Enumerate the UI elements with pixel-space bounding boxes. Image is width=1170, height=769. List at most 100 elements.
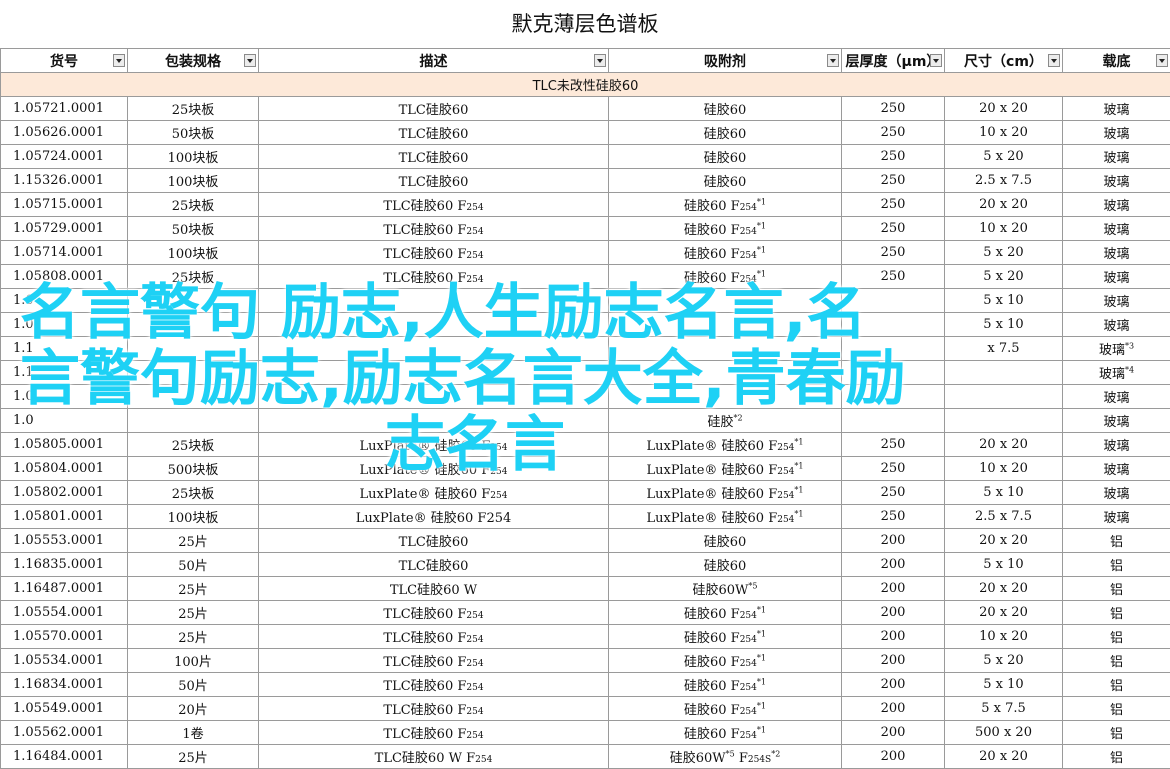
table-row: 1.16835.0001 50片 TLC硅胶60 硅胶60 200 5 x 10 铝 <box>0 552 1170 577</box>
cell-thickness <box>841 384 945 409</box>
table-row: 1.0 5 x 10 玻璃 <box>0 312 1170 337</box>
cell-size: 2.5 x 7.5 <box>944 168 1063 193</box>
desc-sub: 254 <box>490 491 508 501</box>
sorbent-text: 硅胶60 F <box>684 727 740 742</box>
sorbent-note: *1 <box>756 701 766 711</box>
cell-code: 1.05724.0001 <box>0 144 128 169</box>
cell-desc: TLC硅胶60 <box>258 552 609 577</box>
table-row: 1.05534.0001 100片 TLC硅胶60 F254 硅胶60 F254*1 2… <box>0 648 1170 673</box>
substrate-text: 铝 <box>1109 703 1123 718</box>
cell-substrate: 玻璃 <box>1062 504 1170 529</box>
cell-sorbent: 硅胶60 F254*1 <box>608 192 842 217</box>
cell-desc: LuxPlate® 硅胶60 F254 <box>258 480 609 505</box>
cell-thickness: 250 <box>841 432 945 457</box>
cell-code: 1.05570.0001 <box>0 624 128 649</box>
cell-thickness: 250 <box>841 456 945 481</box>
cell-thickness: 200 <box>841 624 945 649</box>
cell-substrate: 玻璃 <box>1062 240 1170 265</box>
cell-pack: 25块板 <box>127 96 259 121</box>
cell-size <box>944 408 1063 433</box>
table-row: 1.05805.0001 25块板 LuxPlate® 硅胶60 F254 LuxPl… <box>0 432 1170 457</box>
substrate-text: 铝 <box>1109 631 1123 646</box>
desc-text: TLC硅胶60 <box>398 127 469 142</box>
cell-pack: 25片 <box>127 576 259 601</box>
desc-text: TLC硅胶60 <box>398 175 469 190</box>
sorbent-sub: 254 <box>739 203 757 213</box>
cell-size: 500 x 20 <box>944 720 1063 745</box>
cell-sorbent: 硅胶60W*5 F254S*2 <box>608 744 842 769</box>
cell-pack: 100片 <box>127 648 259 673</box>
filter-dropdown-icon[interactable] <box>1156 54 1168 67</box>
filter-dropdown-icon[interactable] <box>827 54 839 67</box>
cell-code: 1.05805.0001 <box>0 432 128 457</box>
desc-text: TLC硅胶60 <box>398 559 469 574</box>
table-row: 1.05553.0001 25片 TLC硅胶60 硅胶60 200 20 x 20 铝 <box>0 528 1170 553</box>
filter-dropdown-icon[interactable] <box>1048 54 1060 67</box>
cell-sorbent: 硅胶60 F254*1 <box>608 264 842 289</box>
cell-sorbent: LuxPlate® 硅胶60 F254*1 <box>608 480 842 505</box>
table-row: 1.05715.0001 25块板 TLC硅胶60 F254 硅胶60 F254*1 2… <box>0 192 1170 217</box>
sorbent-sub: 254 <box>739 251 757 261</box>
substrate-text: 玻璃 <box>1098 367 1125 382</box>
cell-pack: 1卷 <box>127 720 259 745</box>
cell-sorbent: 硅胶60 F254*1 <box>608 648 842 673</box>
cell-desc: TLC硅胶60 F254 <box>258 192 609 217</box>
cell-substrate: 玻璃 <box>1062 480 1170 505</box>
cell-sorbent: 硅胶60 F254*1 <box>608 672 842 697</box>
desc-text: TLC硅胶60 F <box>383 199 467 214</box>
cell-sorbent: 硅胶*2 <box>608 408 842 433</box>
cell-code: 1.1 <box>0 336 128 361</box>
cell-desc: TLC硅胶60 F254 <box>258 600 609 625</box>
desc-text: LuxPlate® 硅胶60 F <box>359 463 491 478</box>
cell-desc: TLC硅胶60 F254 <box>258 696 609 721</box>
cell-size: 20 x 20 <box>944 744 1063 769</box>
cell-desc <box>258 384 609 409</box>
desc-sub: 254 <box>466 683 484 693</box>
cell-pack <box>127 384 259 409</box>
cell-desc <box>258 312 609 337</box>
desc-text: TLC硅胶60 F <box>383 655 467 670</box>
substrate-text: 铝 <box>1109 727 1123 742</box>
sorbent-note: *2 <box>733 413 743 423</box>
cell-desc: TLC硅胶60 F254 <box>258 264 609 289</box>
cell-substrate: 铝 <box>1062 576 1170 601</box>
desc-sub: 254 <box>466 203 484 213</box>
cell-desc: LuxPlate® 硅胶60 F254 <box>258 456 609 481</box>
cell-sorbent <box>608 384 842 409</box>
sorbent-note: *1 <box>756 677 766 687</box>
sorbent-text: 硅胶60 <box>703 175 747 190</box>
col-header-code: 货号 <box>0 48 128 73</box>
cell-code: 1.15326.0001 <box>0 168 128 193</box>
filter-dropdown-icon[interactable] <box>113 54 125 67</box>
cell-code: 1.05801.0001 <box>0 504 128 529</box>
cell-thickness: 200 <box>841 744 945 769</box>
cell-substrate: 铝 <box>1062 744 1170 769</box>
cell-sorbent <box>608 360 842 385</box>
cell-pack: 25片 <box>127 744 259 769</box>
substrate-text: 铝 <box>1109 535 1123 550</box>
cell-thickness: 200 <box>841 600 945 625</box>
filter-dropdown-icon[interactable] <box>594 54 606 67</box>
sorbent-note: *5 <box>748 581 758 591</box>
col-header-substrate: 载底 <box>1062 48 1170 73</box>
cell-pack <box>127 288 259 313</box>
desc-text: TLC硅胶60 F <box>383 679 467 694</box>
table-row: 1.05808.0001 25块板 TLC硅胶60 F254 硅胶60 F254*1 2… <box>0 264 1170 289</box>
group-label: TLC未改性硅胶60 <box>0 72 1170 97</box>
table-row: 1.05549.0001 20片 TLC硅胶60 F254 硅胶60 F254*1 20… <box>0 696 1170 721</box>
cell-substrate: 铝 <box>1062 528 1170 553</box>
sorbent-note-2: *2 <box>771 749 781 759</box>
filter-dropdown-icon[interactable] <box>244 54 256 67</box>
substrate-text: 玻璃 <box>1103 223 1130 238</box>
cell-sorbent: LuxPlate® 硅胶60 F254*1 <box>608 504 842 529</box>
cell-pack: 50块板 <box>127 120 259 145</box>
cell-sorbent: 硅胶60 <box>608 168 842 193</box>
filter-dropdown-icon[interactable] <box>930 54 942 67</box>
table-row: 1.1 x 7.5 玻璃*3 <box>0 336 1170 361</box>
sorbent-text: 硅胶60 F <box>684 223 740 238</box>
cell-substrate: 铝 <box>1062 672 1170 697</box>
cell-thickness <box>841 288 945 313</box>
desc-text: TLC硅胶60 <box>398 103 469 118</box>
cell-thickness: 250 <box>841 264 945 289</box>
sorbent-text: 硅胶60W <box>669 751 726 766</box>
